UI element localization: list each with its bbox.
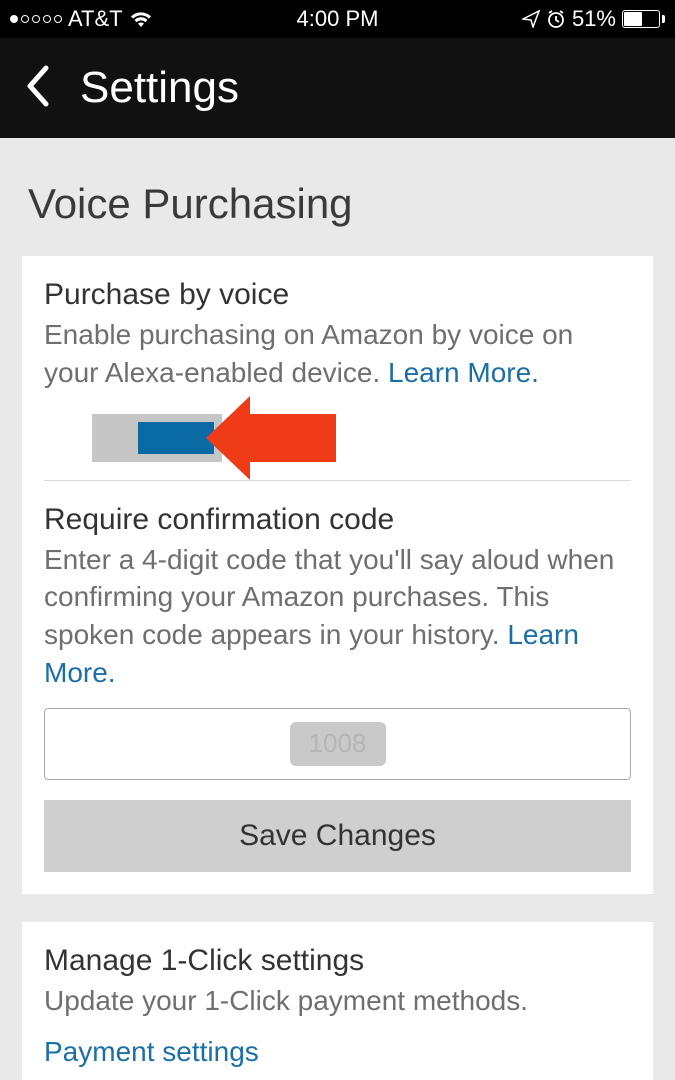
purchase-heading: Purchase by voice — [44, 278, 631, 312]
chevron-left-icon — [24, 65, 50, 107]
nav-title: Settings — [80, 63, 239, 113]
alarm-icon — [546, 9, 566, 29]
purchase-by-voice-section: Purchase by voice Enable purchasing on A… — [44, 278, 631, 462]
wifi-icon — [129, 10, 153, 28]
confirm-description: Enter a 4-digit code that you'll say alo… — [44, 541, 631, 692]
confirmation-code-section: Require confirmation code Enter a 4-digi… — [44, 503, 631, 872]
page-title: Voice Purchasing — [22, 180, 653, 228]
purchase-by-voice-toggle[interactable] — [92, 414, 222, 462]
save-changes-button[interactable]: Save Changes — [44, 800, 631, 872]
signal-dots-icon — [10, 15, 62, 23]
manage-1click-card: Manage 1-Click settings Update your 1-Cl… — [22, 922, 653, 1080]
battery-percent: 51% — [572, 6, 616, 32]
confirmation-code-input[interactable]: 1008 — [44, 708, 631, 780]
location-icon — [522, 10, 540, 28]
page-body: Voice Purchasing Purchase by voice Enabl… — [0, 138, 675, 1080]
section-divider — [44, 480, 631, 481]
confirm-heading: Require confirmation code — [44, 503, 631, 537]
purchase-description: Enable purchasing on Amazon by voice on … — [44, 316, 631, 392]
status-bar: AT&T 4:00 PM 51% — [0, 0, 675, 38]
purchase-toggle-row — [92, 414, 631, 462]
payment-settings-link[interactable]: Payment settings — [44, 1036, 259, 1068]
back-button[interactable] — [24, 65, 50, 112]
manage-description: Update your 1-Click payment methods. — [44, 982, 631, 1020]
code-mask: 1008 — [290, 722, 386, 766]
status-left: AT&T — [10, 6, 153, 32]
status-right: 51% — [522, 6, 665, 32]
purchase-learn-more-link[interactable]: Learn More. — [388, 357, 539, 388]
toggle-knob — [138, 422, 214, 454]
nav-bar: Settings — [0, 38, 675, 138]
annotation-arrow-icon — [246, 414, 336, 462]
battery-icon — [622, 10, 665, 28]
manage-heading: Manage 1-Click settings — [44, 944, 631, 978]
voice-purchasing-card: Purchase by voice Enable purchasing on A… — [22, 256, 653, 894]
carrier-label: AT&T — [68, 6, 123, 32]
